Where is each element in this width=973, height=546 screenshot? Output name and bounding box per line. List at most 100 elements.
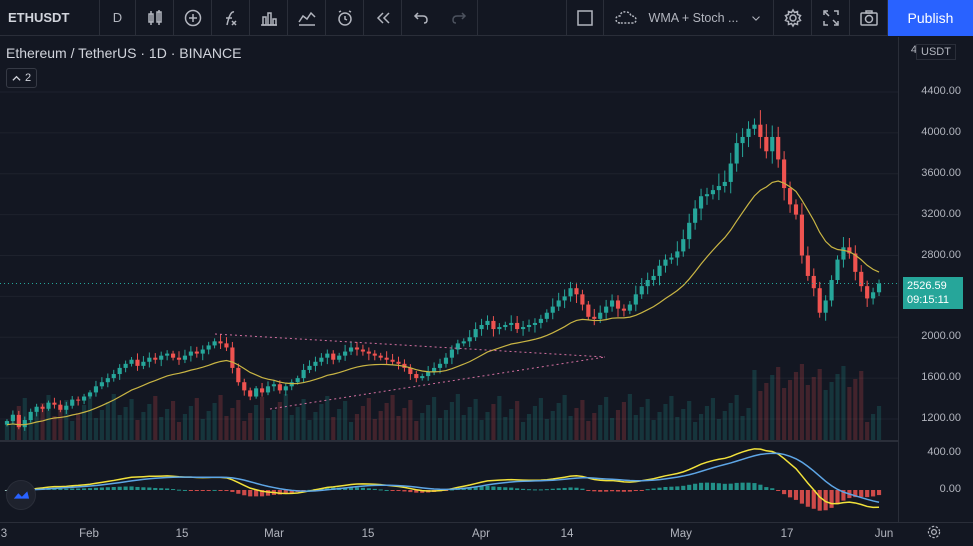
candle-body bbox=[586, 304, 591, 317]
volume-bar bbox=[633, 415, 638, 440]
macd-histogram-bar bbox=[556, 488, 561, 490]
candle-body bbox=[147, 357, 152, 362]
candle-body bbox=[206, 345, 211, 350]
volume-bar bbox=[497, 396, 502, 440]
camera-icon[interactable] bbox=[850, 0, 888, 36]
macd-histogram-bar bbox=[123, 486, 128, 490]
candle-body bbox=[331, 353, 336, 360]
time-axis-label: Mar bbox=[264, 528, 284, 540]
axis-settings-icon[interactable] bbox=[926, 524, 942, 545]
candle-body bbox=[414, 374, 419, 379]
tradingview-logo[interactable] bbox=[6, 480, 36, 510]
volume-bar bbox=[687, 401, 692, 440]
macd-histogram-bar bbox=[704, 482, 710, 490]
candle-body bbox=[752, 124, 757, 129]
candle-body bbox=[64, 405, 69, 410]
candle-body bbox=[787, 188, 793, 205]
redo-icon[interactable] bbox=[440, 0, 478, 36]
templates-icon[interactable] bbox=[288, 0, 326, 36]
volume-bar bbox=[254, 405, 259, 440]
candle-body bbox=[823, 300, 828, 313]
last-price: 2526.59 bbox=[907, 280, 947, 292]
macd-histogram-bar bbox=[248, 490, 253, 497]
candle-body bbox=[366, 351, 371, 354]
volume-bar bbox=[295, 407, 300, 440]
volume-bar bbox=[509, 409, 514, 440]
macd-histogram-bar bbox=[687, 484, 692, 490]
candle-body bbox=[153, 357, 158, 360]
volume-bar bbox=[271, 410, 277, 440]
price-chart[interactable] bbox=[0, 37, 898, 522]
alert-icon[interactable] bbox=[326, 0, 364, 36]
candle-body bbox=[716, 186, 721, 191]
price-axis-label: 1200.00 bbox=[921, 412, 961, 424]
candle-body bbox=[865, 286, 870, 299]
candle-body bbox=[793, 204, 799, 215]
candle-body bbox=[348, 347, 354, 352]
macd-histogram-bar bbox=[254, 490, 259, 497]
macd-histogram-bar bbox=[776, 490, 781, 491]
candle-body bbox=[675, 251, 680, 258]
macd-histogram-bar bbox=[176, 489, 182, 491]
macd-histogram-bar bbox=[170, 489, 176, 491]
volume-bar bbox=[82, 405, 87, 440]
price-axis-label: 1600.00 bbox=[921, 371, 961, 384]
volume-bar bbox=[319, 404, 324, 440]
settings-icon[interactable] bbox=[774, 0, 812, 36]
volume-bar bbox=[408, 400, 413, 440]
candle-body bbox=[420, 376, 425, 379]
price-axis-label: 4000.00 bbox=[921, 125, 961, 138]
fullscreen-icon[interactable] bbox=[812, 0, 850, 36]
add-indicator-icon[interactable] bbox=[174, 0, 212, 36]
publish-button[interactable]: Publish bbox=[888, 0, 973, 36]
replay-icon[interactable] bbox=[364, 0, 402, 36]
time-axis[interactable]: 3 Feb 15 Mar 15 Apr 14 May 17 Jun bbox=[0, 522, 973, 546]
indicators-icon[interactable] bbox=[212, 0, 250, 36]
candle-body bbox=[230, 347, 235, 368]
candle-body bbox=[343, 351, 348, 356]
volume-bar bbox=[337, 409, 342, 440]
volume-bar bbox=[313, 412, 318, 440]
currency-badge[interactable]: USDT bbox=[916, 44, 956, 60]
pane-divider[interactable] bbox=[0, 440, 898, 442]
candle-body bbox=[770, 136, 775, 152]
candle-body bbox=[170, 353, 176, 358]
candle-body bbox=[503, 324, 508, 328]
volume-bar bbox=[787, 380, 793, 440]
template-selector[interactable]: WMA + Stoch ... bbox=[604, 0, 774, 36]
volume-bar bbox=[604, 397, 609, 440]
candle-body bbox=[580, 294, 585, 305]
candle-body bbox=[218, 341, 223, 344]
layout-icon[interactable] bbox=[566, 0, 604, 36]
macd-histogram-bar bbox=[621, 490, 627, 492]
macd-histogram-bar bbox=[722, 483, 727, 490]
interval-selector[interactable]: D bbox=[100, 0, 136, 36]
candle-body bbox=[740, 136, 745, 144]
bar-style-icon[interactable] bbox=[136, 0, 174, 36]
volume-bar bbox=[366, 398, 371, 440]
volume-bar bbox=[200, 419, 205, 440]
volume-bar bbox=[289, 415, 294, 440]
undo-icon[interactable] bbox=[402, 0, 440, 36]
candle-body bbox=[473, 329, 478, 338]
symbol-search[interactable]: ETHUSDT bbox=[0, 0, 100, 36]
volume-bar bbox=[348, 422, 354, 440]
candle-body bbox=[22, 420, 27, 428]
macd-histogram-bar bbox=[82, 488, 87, 490]
volume-bar bbox=[212, 403, 217, 440]
candle-body bbox=[734, 143, 739, 164]
macd-histogram-bar bbox=[147, 487, 152, 490]
compare-icon[interactable] bbox=[250, 0, 288, 36]
volume-bar bbox=[170, 401, 176, 440]
volume-bar bbox=[331, 417, 336, 440]
triangle-lower-line bbox=[269, 356, 606, 410]
candle-body bbox=[200, 349, 205, 354]
candle-body bbox=[212, 341, 217, 346]
price-axis-label: 2000.00 bbox=[921, 330, 961, 343]
volume-bar bbox=[87, 397, 93, 440]
volume-bar bbox=[853, 379, 858, 440]
macd-histogram-bar bbox=[354, 487, 360, 490]
price-axis-divider bbox=[898, 37, 899, 522]
volume-bar bbox=[354, 414, 360, 440]
